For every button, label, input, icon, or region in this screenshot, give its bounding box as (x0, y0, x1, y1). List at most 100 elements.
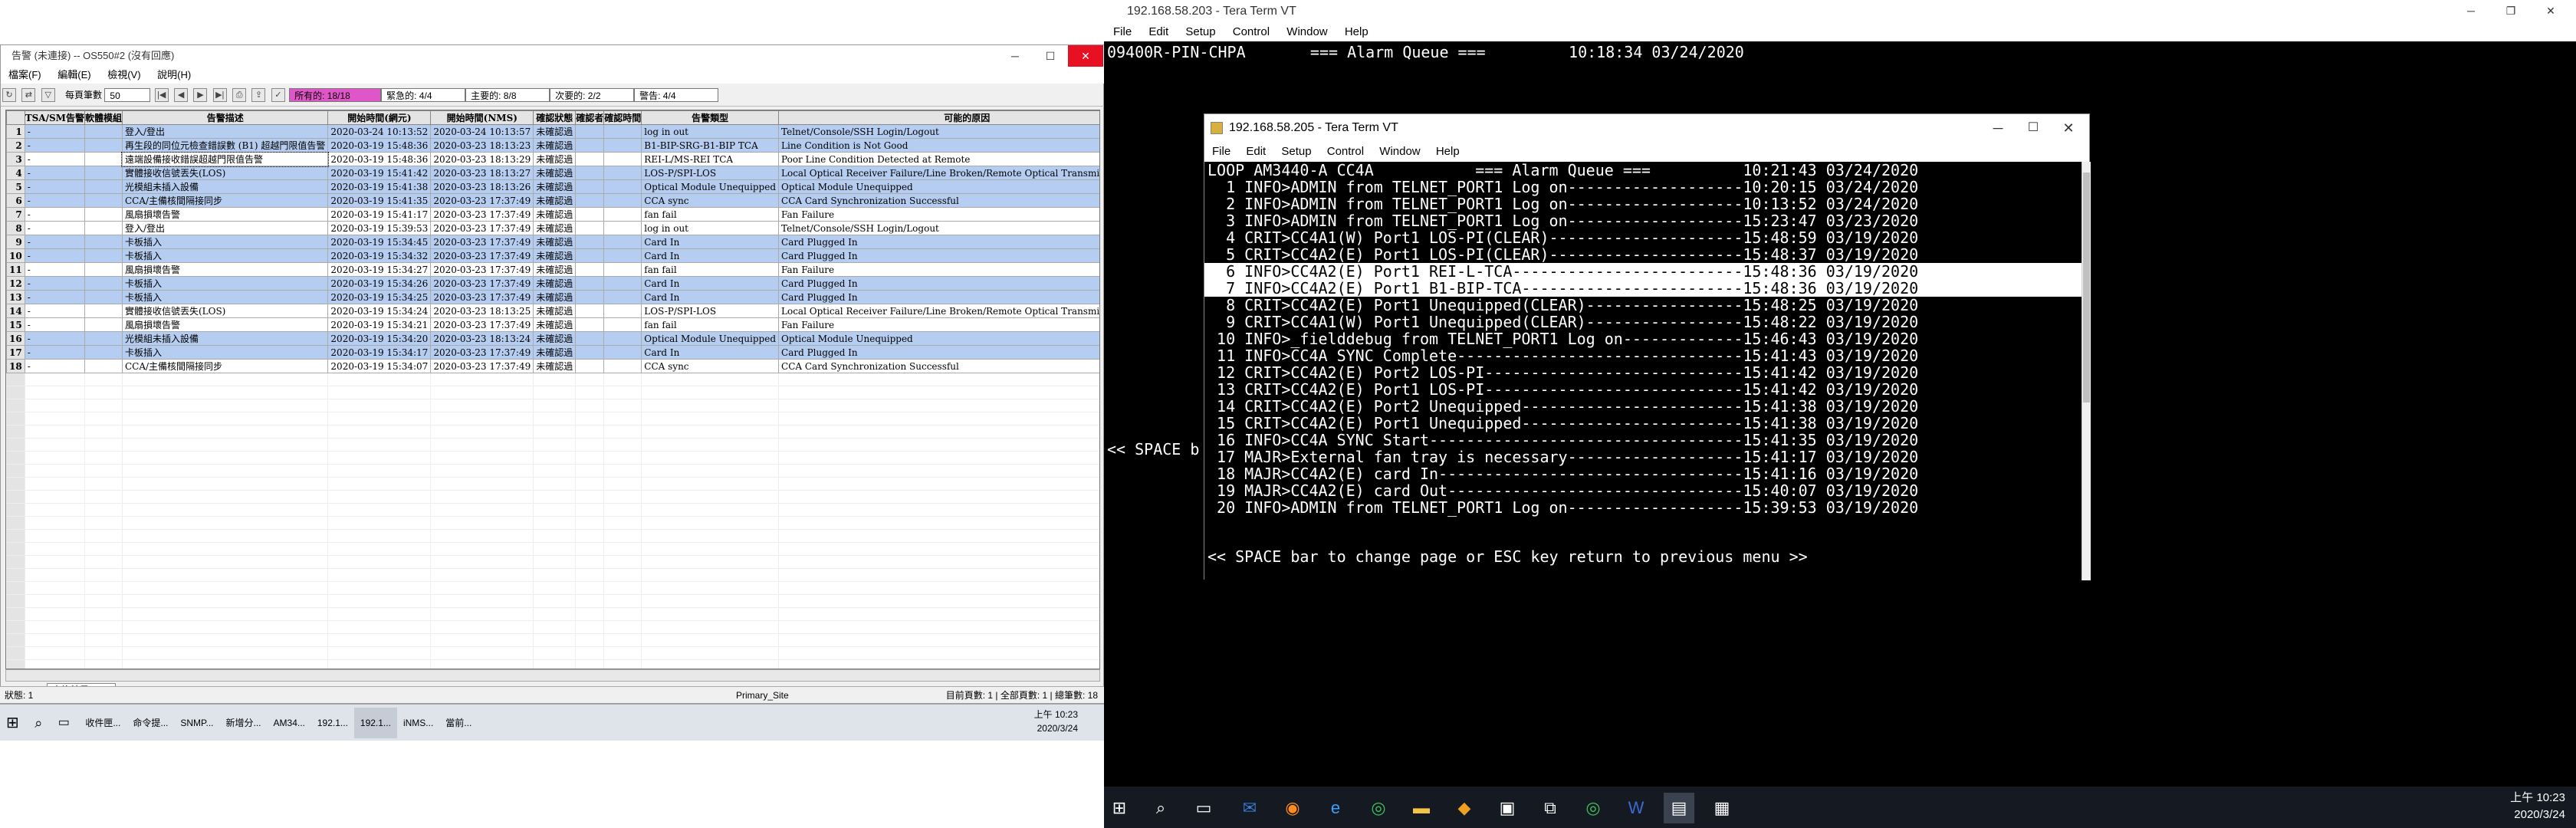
column-header[interactable]: 開始時間(網元) (327, 110, 432, 125)
inner-close-button[interactable]: ✕ (2051, 117, 2086, 139)
table-row[interactable]: 2- 再生段的同位元檢查錯誤數 (B1) 超越門限值告警 2020-03-19 15… (6, 138, 1099, 153)
chrome-icon-2[interactable]: ◎ (1578, 793, 1608, 823)
column-header[interactable]: 可能的原因 (778, 110, 1099, 125)
table-row[interactable]: 4- 實體接收信號丟失(LOS) 2020-03-19 15:41:42 2020-0… (6, 166, 1099, 180)
table-row[interactable]: 3- 遠端設備接收錯誤超越門限值告警 2020-03-19 15:48:36 2020… (6, 151, 1099, 167)
column-header[interactable]: 開始時間(NMS) (430, 110, 534, 125)
taskbar-item[interactable]: iNMS... (397, 708, 439, 738)
app-icon[interactable]: ◆ (1449, 793, 1480, 823)
file-explorer-icon[interactable]: ▬ (1406, 793, 1437, 823)
rt-menu-edit[interactable]: Edit (1148, 25, 1168, 38)
table-row[interactable]: 7- 風扇損壞告警 2020-03-19 15:41:17 2020-03-23 17… (6, 207, 1099, 222)
chrome-icon[interactable]: ◎ (1363, 793, 1394, 823)
menu-edit[interactable]: 編輯(E) (58, 69, 90, 80)
table-row[interactable]: 13- 卡板插入 2020-03-19 15:34:25 2020-03-23 17:… (6, 290, 1099, 304)
column-header[interactable]: 確認時間 (603, 110, 642, 125)
taskbar-item[interactable]: 192.1... (353, 708, 397, 738)
inner-minimize-button[interactable]: ─ (1980, 117, 2016, 139)
cmd-icon[interactable]: ▣ (1492, 793, 1523, 823)
table-row[interactable]: 12- 卡板插入 2020-03-19 15:34:26 2020-03-23 17:… (6, 276, 1099, 291)
first-page-icon[interactable]: |◀ (154, 88, 169, 102)
rt-maximize-button[interactable]: ❐ (2493, 0, 2528, 23)
inner-menu-setup[interactable]: Setup (1281, 145, 1311, 158)
refresh-icon[interactable]: ↻ (2, 88, 16, 102)
acknowledge-icon[interactable]: ✓ (271, 88, 285, 102)
table-row[interactable]: 15- 風扇損壞告警 2020-03-19 15:34:21 2020-03-23 1… (6, 317, 1099, 332)
minimize-button[interactable]: ─ (997, 45, 1033, 67)
edge-icon[interactable]: e (1320, 793, 1351, 823)
taskbar-item[interactable]: 192.1... (311, 708, 354, 738)
column-header[interactable]: 告警描述 (121, 110, 329, 125)
table-row[interactable]: 14- 實體接收信號丟失(LOS) 2020-03-19 15:34:24 2020-… (6, 304, 1099, 318)
inms-icon[interactable]: ▦ (1707, 793, 1737, 823)
last-page-icon[interactable]: ▶| (212, 88, 227, 102)
table-row[interactable]: 16- 光模組未插入設備 2020-03-19 15:34:20 2020-03-23… (6, 331, 1099, 346)
alarm-counter[interactable]: 緊急的: 4/4 (381, 88, 466, 102)
table-row[interactable]: 5- 光模組未插入設備 2020-03-19 15:41:38 2020-03-23 … (6, 179, 1099, 194)
taskbar-item[interactable]: 收件匣... (79, 708, 127, 738)
menu-file[interactable]: 檔案(F) (8, 69, 41, 80)
table-row[interactable]: 11- 風扇損壞告警 2020-03-19 15:34:27 2020-03-23 1… (6, 262, 1099, 277)
alarm-counter[interactable]: 次要的: 2/2 (550, 88, 635, 102)
table-row[interactable]: 9- 卡板插入 2020-03-19 15:34:45 2020-03-23 17:3… (6, 235, 1099, 249)
search-icon[interactable]: ⌕ (1145, 793, 1176, 823)
inner-maximize-button[interactable]: ☐ (2016, 117, 2051, 139)
rt-menu-help[interactable]: Help (1345, 25, 1368, 38)
rt-menu-window[interactable]: Window (1286, 25, 1327, 38)
alarm-counter[interactable]: 所有的: 18/18 (289, 88, 382, 102)
inner-menu-control[interactable]: Control (1327, 145, 1364, 158)
column-header[interactable]: TSA/SM告警 (24, 110, 85, 125)
column-header[interactable]: 軟體模組 (84, 110, 123, 125)
taskbar-item[interactable]: AM34... (268, 708, 311, 738)
teraterm-terminal[interactable]: 09400R-PIN-CHPA === Alarm Queue === 10:1… (1104, 41, 2576, 777)
next-page-icon[interactable]: ▶ (193, 88, 208, 102)
inner-menu-window[interactable]: Window (1379, 145, 1420, 158)
inner-menu-file[interactable]: File (1212, 145, 1230, 158)
export-icon[interactable]: ⇪ (251, 88, 266, 102)
task-view-icon[interactable]: ▭ (52, 708, 76, 738)
left-clock[interactable]: 上午 10:23 2020/3/24 (1034, 708, 1078, 735)
search-icon[interactable]: ⌕ (28, 708, 48, 738)
rt-minimize-button[interactable]: ─ (2453, 0, 2489, 23)
table-row[interactable]: 17- 卡板插入 2020-03-19 15:34:17 2020-03-23 17:… (6, 345, 1099, 360)
taskbar-item[interactable]: 新增分... (220, 708, 268, 738)
rt-menu-setup[interactable]: Setup (1185, 25, 1215, 38)
taskbar-item[interactable]: 命令提... (127, 708, 174, 738)
firefox-icon[interactable]: ◉ (1277, 793, 1308, 823)
column-header[interactable]: 確認狀態 (533, 110, 577, 125)
outlook-icon[interactable]: ✉ (1234, 793, 1265, 823)
start-icon[interactable]: ⊞ (1104, 793, 1135, 823)
table-row[interactable]: 1- 登入/登出 2020-03-24 10:13:52 2020-03-24 10:… (6, 124, 1099, 139)
teraterm-icon[interactable]: ▤ (1664, 793, 1694, 823)
inner-terminal[interactable]: LOOP AM3440-A CC4A === Alarm Queue === 1… (1204, 162, 2082, 580)
prev-page-icon[interactable]: ◀ (174, 88, 189, 102)
menu-help[interactable]: 說明(H) (157, 69, 191, 80)
taskbar-item[interactable]: 當前... (439, 708, 478, 738)
task-view-icon[interactable]: ▭ (1188, 793, 1219, 823)
network-icon[interactable]: ⧉ (1535, 793, 1566, 823)
table-row[interactable]: 6- CCA/主備核間隔接同步 2020-03-19 15:41:35 2020-03… (6, 193, 1099, 208)
filter-icon[interactable]: ▽ (41, 88, 55, 102)
start-icon[interactable]: ⊞ (0, 708, 25, 738)
taskbar-item[interactable]: SNMP... (174, 708, 219, 738)
alarm-counter[interactable]: 主要的: 8/8 (465, 88, 550, 102)
inner-scrollbar[interactable] (2082, 162, 2091, 580)
rt-close-button[interactable]: ✕ (2533, 0, 2568, 23)
close-button[interactable]: ✕ (1068, 45, 1103, 67)
inner-menu-help[interactable]: Help (1436, 145, 1460, 158)
sync-icon[interactable]: ⇄ (21, 88, 36, 102)
table-row[interactable]: 10- 卡板插入 2020-03-19 15:34:32 2020-03-23 17:… (6, 248, 1099, 263)
alarm-counter[interactable]: 警告: 4/4 (634, 88, 719, 102)
table-row[interactable]: 8- 登入/登出 2020-03-19 15:39:53 2020-03-23 17:… (6, 221, 1099, 235)
per-page-select[interactable]: 50 (104, 88, 151, 102)
maximize-button[interactable]: ☐ (1033, 45, 1068, 67)
right-clock[interactable]: 上午 10:23 2020/3/24 (2510, 790, 2565, 823)
inner-menu-edit[interactable]: Edit (1246, 145, 1266, 158)
column-header[interactable]: 確認者 (575, 110, 605, 125)
horizontal-scrollbar[interactable] (5, 669, 1100, 682)
table-row[interactable]: 18- CCA/主備核間隔接同步 2020-03-19 15:34:07 2020-0… (6, 359, 1099, 373)
word-icon[interactable]: W (1621, 793, 1651, 823)
column-header[interactable]: 告警類型 (641, 110, 780, 125)
rt-menu-file[interactable]: File (1113, 25, 1132, 38)
menu-view[interactable]: 檢視(V) (107, 69, 140, 80)
